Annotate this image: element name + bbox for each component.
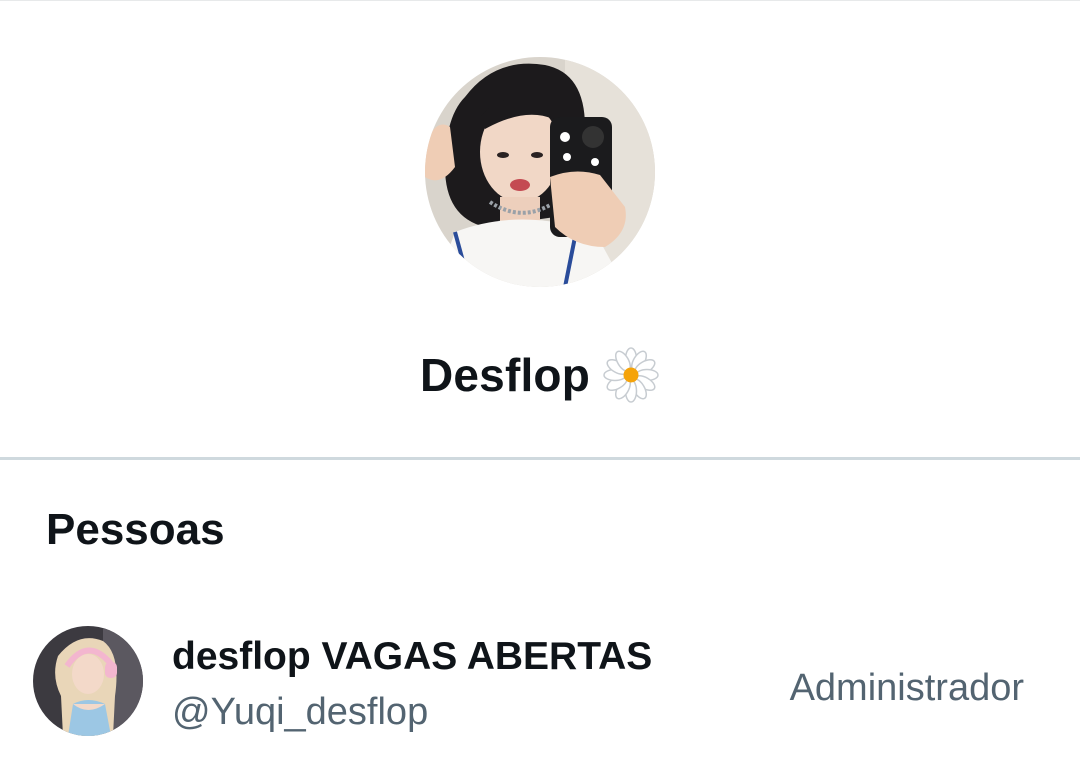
daisy-icon bbox=[602, 346, 660, 404]
member-handle: @Yuqi_desflop bbox=[172, 691, 429, 733]
group-name: Desflop bbox=[419, 349, 591, 401]
member-display-name: desflop VAGAS ABERTAS bbox=[172, 635, 653, 678]
section-divider bbox=[0, 457, 1080, 460]
group-avatar-photo bbox=[425, 57, 655, 287]
member-avatar[interactable] bbox=[33, 626, 143, 736]
member-row[interactable]: desflop VAGAS ABERTAS @Yuqi_desflop Admi… bbox=[0, 606, 1080, 766]
section-title-people: Pessoas bbox=[46, 505, 225, 554]
group-avatar[interactable] bbox=[425, 57, 655, 287]
member-avatar-photo bbox=[33, 626, 143, 736]
member-role-badge: Administrador bbox=[789, 667, 1024, 709]
group-header: Desflop bbox=[0, 1, 1080, 457]
group-title-row: Desflop bbox=[0, 341, 1080, 409]
